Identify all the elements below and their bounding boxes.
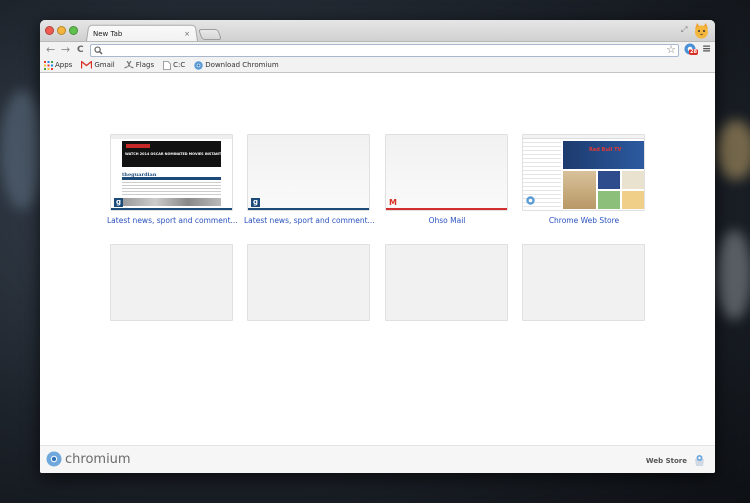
guardian-top-strip <box>111 135 232 139</box>
bookmark-download-chromium[interactable]: Download Chromium <box>194 60 279 70</box>
most-visited-tile-2[interactable]: g <box>247 134 370 211</box>
reload-button[interactable]: C <box>77 43 84 57</box>
most-visited-tile-3[interactable]: M <box>385 134 508 211</box>
most-visited-tile-4[interactable]: Red Bull TV <box>522 134 645 211</box>
menu-icon[interactable]: ≡ <box>702 42 711 55</box>
guardian-photo-strip <box>122 198 221 206</box>
chromium-icon <box>194 60 203 70</box>
new-tab-button[interactable] <box>197 29 223 40</box>
ad-banner-text: WATCH 2014 OSCAR NOMINATED MOVIES INSTAN… <box>125 152 226 156</box>
tile-label-2[interactable]: Latest news, sport and comment... <box>244 216 374 225</box>
most-visited-tile-1[interactable]: WATCH 2014 OSCAR NOMINATED MOVIES INSTAN… <box>110 134 233 211</box>
guardian-favicon-g: g <box>251 198 260 207</box>
tab-title: New Tab <box>93 30 123 38</box>
tile-accent-bar <box>248 208 369 210</box>
flags-icon <box>124 60 134 69</box>
webstore-label: Web Store <box>645 456 687 465</box>
new-tab-page: WATCH 2014 OSCAR NOMINATED MOVIES INSTAN… <box>40 74 715 445</box>
document-icon <box>163 60 172 70</box>
close-window-button[interactable] <box>45 26 54 35</box>
apps-grid-icon <box>44 60 53 70</box>
webstore-link[interactable]: Web Store <box>646 454 706 467</box>
back-button[interactable]: ← <box>46 43 55 57</box>
background-light-right <box>716 120 750 180</box>
ad-logo <box>126 144 150 148</box>
webstore-app-tile-3 <box>622 171 644 189</box>
webstore-hero-banner: Red Bull TV <box>563 141 644 169</box>
extension-badge: 28 <box>689 49 698 55</box>
ntp-footer: chromium Web Store <box>40 445 715 473</box>
bookmarks-bar: Apps Gmail Flags C:C Download Chromium <box>40 58 715 73</box>
webstore-app-tile-2 <box>598 171 620 189</box>
bookmark-apps[interactable]: Apps <box>44 60 73 70</box>
bookmark-label: C:C <box>173 61 186 69</box>
mail-favicon-m: M <box>389 198 397 207</box>
extension-icon[interactable]: 28 <box>684 43 698 57</box>
active-tab-content: New Tab × <box>91 27 194 41</box>
guardian-favicon-g: g <box>114 198 123 207</box>
browser-window: New Tab × ⤢ ← → C ☆ 28 ≡ Apps Gmail Flag… <box>40 20 715 473</box>
fullscreen-icon[interactable]: ⤢ <box>681 25 687 35</box>
webstore-hero-text: Red Bull TV <box>589 147 622 153</box>
address-input[interactable] <box>91 45 678 56</box>
tile-accent-bar <box>111 208 232 210</box>
bookmark-label: Apps <box>55 61 73 69</box>
most-visited-empty-tile-8 <box>522 244 645 321</box>
guardian-masthead: theguardian <box>111 167 232 178</box>
gmail-icon <box>81 61 93 69</box>
guardian-body-text <box>122 182 221 196</box>
search-icon <box>94 46 103 57</box>
bookmark-flags[interactable]: Flags <box>124 60 155 70</box>
brand-wordmark: chromium <box>65 451 131 467</box>
chromium-logo-icon <box>46 451 62 467</box>
guardian-ad-banner: WATCH 2014 OSCAR NOMINATED MOVIES INSTAN… <box>122 141 225 167</box>
minimize-window-button[interactable] <box>57 26 66 35</box>
tile-label-1[interactable]: Latest news, sport and comment... <box>107 216 237 225</box>
webstore-app-tile-4 <box>598 191 620 209</box>
tile-accent-bar <box>386 208 507 210</box>
webstore-icon <box>695 455 704 466</box>
bookmark-label: Gmail <box>94 61 115 69</box>
tab-close-icon[interactable]: × <box>184 30 190 38</box>
background-sign-right <box>716 230 750 320</box>
zoom-window-button[interactable] <box>69 26 78 35</box>
bookmark-gmail[interactable]: Gmail <box>81 61 115 69</box>
tile-label-3[interactable]: Ohso Mail <box>382 216 512 225</box>
most-visited-empty-tile-6 <box>247 244 370 321</box>
bookmark-cc[interactable]: C:C <box>163 60 186 70</box>
webstore-favicon-icon <box>526 196 535 207</box>
background-light-left <box>0 90 45 210</box>
bookmark-label: Flags <box>135 61 155 69</box>
tile-label-4[interactable]: Chrome Web Store <box>519 216 649 225</box>
guardian-logo-text: theguardian <box>122 172 157 178</box>
webstore-app-tile-5 <box>622 191 644 209</box>
profile-avatar-icon[interactable] <box>693 22 710 39</box>
forward-button[interactable]: → <box>61 43 70 57</box>
chromium-brand: chromium <box>46 451 131 467</box>
bookmark-star-icon[interactable]: ☆ <box>666 43 676 56</box>
omnibox[interactable]: ☆ <box>90 43 679 57</box>
bookmark-label: Download Chromium <box>205 61 279 69</box>
toolbar: ← → C ☆ 28 ≡ <box>40 41 715 58</box>
most-visited-empty-tile-7 <box>385 244 508 321</box>
title-bar: New Tab × ⤢ <box>40 20 715 41</box>
most-visited-empty-tile-5 <box>110 244 233 321</box>
webstore-app-tile-1 <box>563 171 596 209</box>
